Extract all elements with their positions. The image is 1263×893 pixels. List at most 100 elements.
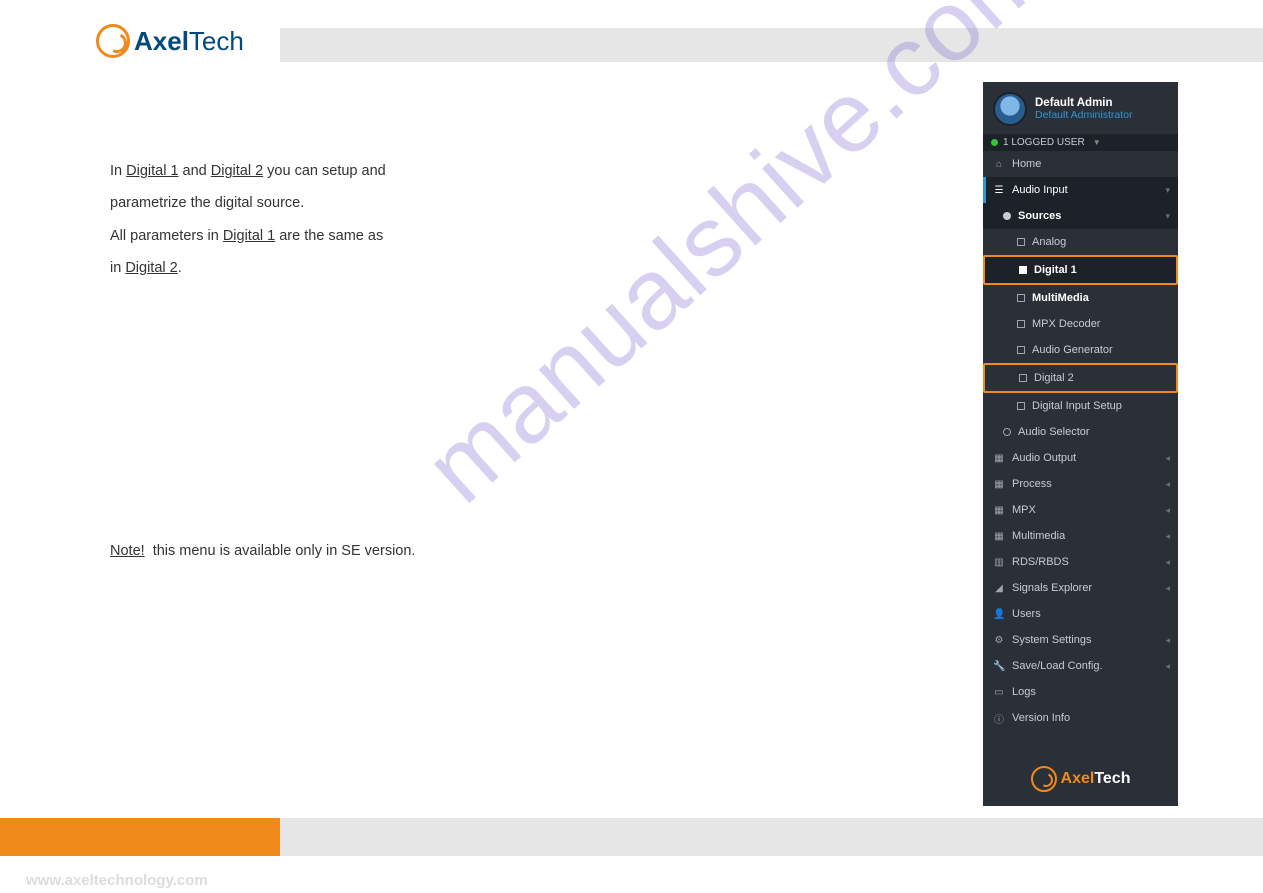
logo-tech: Tech (189, 26, 244, 56)
user-icon: 👤 (993, 609, 1005, 620)
footer-gray-bar (280, 818, 1263, 856)
gears-icon: ⚙ (993, 635, 1005, 646)
highlight-digital2: Digital 2 (983, 363, 1178, 393)
logo-swirl-icon (96, 24, 130, 58)
info-icon: ⓘ (993, 711, 1005, 726)
nav-sources[interactable]: Sources ▾ (983, 203, 1178, 229)
chevron-left-icon: ◂ (1165, 505, 1170, 516)
user-text-block: Default Admin Default Administrator (1035, 97, 1132, 121)
sidebar-panel: Default Admin Default Administrator 1 LO… (983, 82, 1178, 806)
nav-mpx-decoder[interactable]: MPX Decoder (983, 311, 1178, 337)
window-icon: ▭ (993, 687, 1005, 698)
para-1: In Digital 1 and Digital 2 you can setup… (110, 160, 930, 182)
bullet-filled-icon (1003, 212, 1011, 220)
nav-label: MultiMedia (1032, 292, 1170, 304)
checkbox-empty-icon (1017, 320, 1025, 328)
panel-logo-bottom: AxelTech (983, 748, 1178, 806)
highlight-digital1: Digital 1 (983, 255, 1178, 285)
t: in (110, 260, 125, 276)
nav-signals[interactable]: ◢ Signals Explorer ◂ (983, 575, 1178, 601)
nav-multimedia[interactable]: MultiMedia (983, 285, 1178, 311)
nav-label: Users (1012, 608, 1170, 620)
caret-down-icon: ▼ (1093, 138, 1101, 147)
home-icon: ⌂ (993, 159, 1005, 170)
link-digital1: Digital 1 (126, 163, 178, 179)
note-line: Note! this menu is available only in SE … (110, 540, 930, 562)
grid-icon: ▦ (993, 479, 1005, 490)
page-footer: www.axeltechnology.com (0, 818, 1263, 893)
nav-system-settings[interactable]: ⚙ System Settings ◂ (983, 627, 1178, 653)
logged-user-bar[interactable]: 1 LOGGED USER ▼ (983, 134, 1178, 151)
checkbox-empty-icon (1017, 294, 1025, 302)
chevron-left-icon: ◂ (1165, 531, 1170, 542)
chevron-left-icon: ◂ (1165, 583, 1170, 594)
nav-multimedia2[interactable]: ▦ Multimedia ◂ (983, 523, 1178, 549)
logo-text: AxelTech (134, 26, 244, 57)
panel-logo-text: AxelTech (1061, 770, 1131, 788)
nav-mpx[interactable]: ▦ MPX ◂ (983, 497, 1178, 523)
nav-home[interactable]: ⌂ Home (983, 151, 1178, 177)
nav-rds[interactable]: ▥ RDS/RBDS ◂ (983, 549, 1178, 575)
grid-icon: ▦ (993, 453, 1005, 464)
nav-digital2[interactable]: Digital 2 (985, 365, 1176, 391)
link-digital2b: Digital 2 (125, 260, 177, 276)
nav-version[interactable]: ⓘ Version Info (983, 705, 1178, 731)
nav-label: Digital Input Setup (1032, 400, 1170, 412)
t: Tech (1094, 770, 1130, 787)
link-digital1b: Digital 1 (223, 228, 275, 244)
nav-label: Logs (1012, 686, 1170, 698)
nav-label: System Settings (1012, 634, 1158, 646)
t: and (179, 163, 211, 179)
nav-process[interactable]: ▦ Process ◂ (983, 471, 1178, 497)
t: you can setup and (263, 163, 386, 179)
nav-label: Save/Load Config. (1012, 660, 1158, 672)
nav-label: Process (1012, 478, 1158, 490)
nav-label: Audio Generator (1032, 344, 1170, 356)
grid-icon: ▦ (993, 505, 1005, 516)
footer-url: www.axeltechnology.com (26, 872, 208, 889)
nav-save-load[interactable]: 🔧 Save/Load Config. ◂ (983, 653, 1178, 679)
checkbox-empty-icon (1017, 402, 1025, 410)
checkbox-empty-icon (1019, 374, 1027, 382)
sliders-icon: ☰ (993, 185, 1005, 196)
link-digital2: Digital 2 (211, 163, 263, 179)
logo-axel: Axel (134, 26, 189, 56)
checkbox-filled-icon (1019, 266, 1027, 274)
para-4: in Digital 2. (110, 257, 930, 279)
checkbox-empty-icon (1017, 346, 1025, 354)
nav-audio-generator[interactable]: Audio Generator (983, 337, 1178, 363)
nav-audio-output[interactable]: ▦ Audio Output ◂ (983, 445, 1178, 471)
nav-logs[interactable]: ▭ Logs (983, 679, 1178, 705)
t: are the same as (275, 228, 383, 244)
nav-users[interactable]: 👤 Users (983, 601, 1178, 627)
chevron-left-icon: ◂ (1165, 479, 1170, 490)
nav-label: Signals Explorer (1012, 582, 1158, 594)
note-label: Note! (110, 543, 145, 559)
chevron-left-icon: ◂ (1165, 453, 1170, 464)
nav-digital-input-setup[interactable]: Digital Input Setup (983, 393, 1178, 419)
user-header[interactable]: Default Admin Default Administrator (983, 82, 1178, 134)
circle-empty-icon (1003, 428, 1011, 436)
chevron-left-icon: ◂ (1165, 661, 1170, 672)
note-rest: this menu is available only in SE versio… (149, 543, 416, 559)
grid-icon: ▦ (993, 531, 1005, 542)
nav-label: MPX (1012, 504, 1158, 516)
nav-label: RDS/RBDS (1012, 556, 1158, 568)
nav-audio-input[interactable]: ☰ Audio Input ▾ (983, 177, 1178, 203)
avatar-icon (993, 92, 1027, 126)
nav-label: MPX Decoder (1032, 318, 1170, 330)
nav-label: Multimedia (1012, 530, 1158, 542)
nav-digital1[interactable]: Digital 1 (985, 257, 1176, 283)
nav-label: Sources (1018, 210, 1158, 222)
t: Axel (1061, 770, 1095, 787)
nav-audio-selector[interactable]: Audio Selector (983, 419, 1178, 445)
nav-label: Analog (1032, 236, 1170, 248)
nav-label: Audio Input (1012, 184, 1158, 196)
nav-label: Audio Selector (1018, 426, 1170, 438)
nav-analog[interactable]: Analog (983, 229, 1178, 255)
wrench-icon: 🔧 (993, 661, 1005, 672)
nav-label: Digital 1 (1034, 264, 1168, 276)
nav-label: Digital 2 (1034, 372, 1168, 384)
logged-label: 1 LOGGED USER (1003, 137, 1085, 148)
barcode-icon: ▥ (993, 557, 1005, 568)
